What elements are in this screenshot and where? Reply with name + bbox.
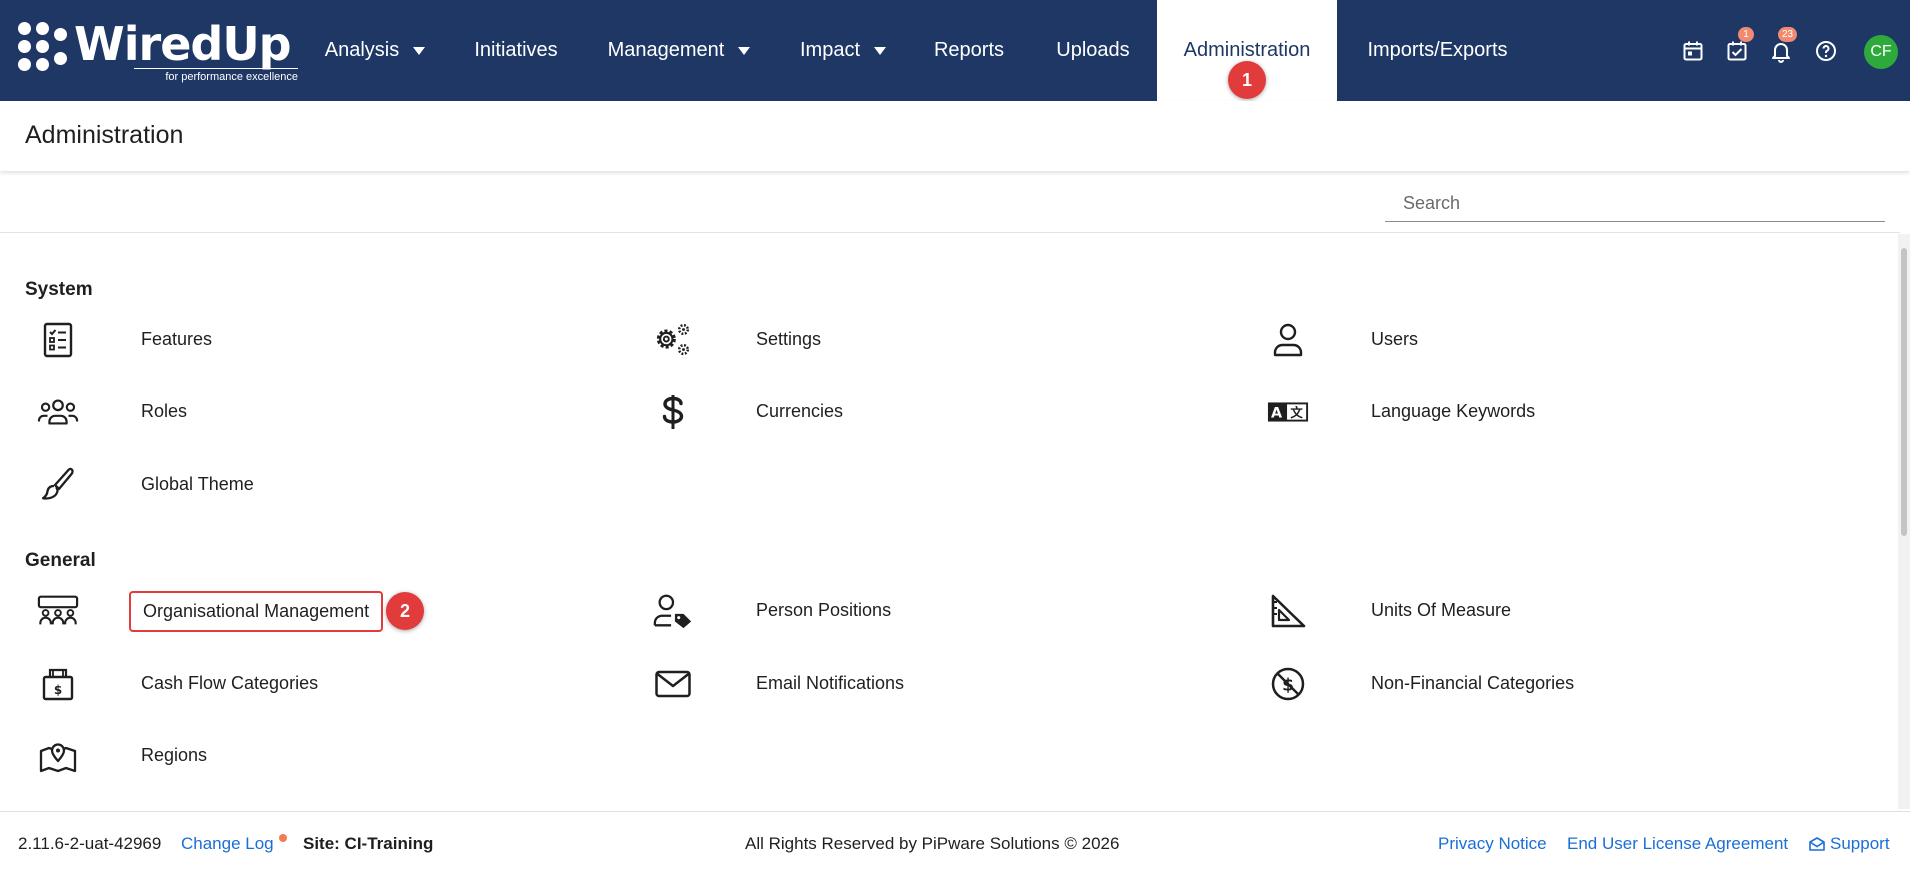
admin-item-features[interactable]: Features [25, 315, 585, 365]
translate-icon: A文 [1267, 392, 1309, 432]
help-icon[interactable] [1811, 36, 1841, 66]
support-link[interactable]: Support [1808, 834, 1890, 854]
nav-reports-label: Reports [933, 39, 1005, 61]
admin-item-label: Currencies [756, 401, 844, 421]
version-text: 2.11.6-2-uat-42969 [18, 834, 162, 853]
checklist-icon [37, 320, 79, 360]
set-square-icon [1267, 591, 1309, 631]
cash-box-icon: $ [37, 664, 79, 704]
scrollbar-thumb[interactable] [1901, 248, 1907, 536]
admin-item-label: Features [141, 329, 213, 349]
nav-impact[interactable]: Impact [784, 0, 902, 101]
nav-uploads[interactable]: Uploads [1040, 0, 1146, 101]
notifications-count-badge: 23 [1778, 27, 1798, 42]
admin-item-roles[interactable]: Roles [25, 387, 585, 437]
logo-tagline: for performance excellence [165, 71, 298, 83]
section-title-system: System [25, 279, 93, 300]
nav-reports[interactable]: Reports [918, 0, 1020, 101]
nav-imports-exports[interactable]: Imports/Exports [1350, 0, 1525, 101]
admin-item-cash-flow-categories[interactable]: $ Cash Flow Categories [25, 659, 585, 709]
admin-item-label: Users [1371, 329, 1419, 349]
nav-analysis-label: Analysis [324, 39, 400, 61]
nav-management-label: Management [607, 39, 725, 61]
logo-text: WiredUp [74, 17, 292, 71]
change-log-indicator-dot [279, 834, 287, 842]
svg-text:A: A [1271, 406, 1282, 422]
page-title: Administration [25, 121, 184, 149]
no-dollar-icon: $ [1267, 664, 1309, 704]
caret-down-icon [738, 46, 751, 55]
group-icon [37, 392, 79, 432]
page-footer: 2.11.6-2-uat-42969 Change Log Site: CI-T… [0, 811, 1910, 873]
user-icon [1267, 320, 1309, 360]
map-pin-icon [37, 736, 79, 776]
admin-item-label: Organisational Management [129, 591, 384, 632]
admin-item-users[interactable]: Users [1255, 315, 1815, 365]
nav-initiatives-label: Initiatives [474, 39, 558, 61]
admin-item-label: Email Notifications [756, 673, 905, 693]
logo-dots-icon [18, 22, 68, 72]
admin-item-units-of-measure[interactable]: Units Of Measure [1255, 586, 1815, 636]
admin-item-organisational-management[interactable]: Organisational Management [25, 586, 585, 636]
admin-item-global-theme[interactable]: Global Theme [25, 460, 585, 510]
logo-underline [134, 68, 298, 69]
admin-item-settings[interactable]: Settings [640, 315, 1200, 365]
nav-administration-label: Administration [1183, 39, 1311, 61]
svg-text:文: 文 [1290, 405, 1303, 420]
copyright-text: All Rights Reserved by PiPware Solutions… [745, 834, 1120, 853]
admin-item-non-financial-categories[interactable]: $ Non-Financial Categories [1255, 659, 1815, 709]
caret-down-icon [874, 46, 887, 55]
page-header: Administration [0, 101, 1910, 171]
svg-text:$: $ [54, 683, 62, 697]
eula-link[interactable]: End User License Agreement [1567, 834, 1788, 854]
section-title-general: General [25, 550, 96, 571]
admin-item-language-keywords[interactable]: A文 Language Keywords [1255, 387, 1815, 437]
search-field[interactable] [1385, 186, 1885, 222]
admin-item-label: Person Positions [756, 600, 892, 620]
admin-item-label: Non-Financial Categories [1371, 673, 1575, 693]
admin-item-email-notifications[interactable]: Email Notifications [640, 659, 1200, 709]
nav-analysis[interactable]: Analysis [310, 0, 440, 101]
org-chart-icon [37, 591, 79, 631]
brush-icon [37, 465, 79, 505]
person-tag-icon [652, 591, 694, 631]
admin-item-label: Units Of Measure [1371, 600, 1512, 620]
admin-item-label: Cash Flow Categories [141, 673, 319, 693]
step-marker-2: 2 [386, 592, 424, 630]
admin-item-label: Regions [141, 745, 208, 765]
admin-item-label: Roles [141, 401, 188, 421]
nav-imports-exports-label: Imports/Exports [1367, 39, 1508, 61]
admin-item-label: Settings [756, 329, 822, 349]
admin-item-label: Global Theme [141, 474, 254, 494]
privacy-notice-link[interactable]: Privacy Notice [1438, 834, 1547, 854]
admin-item-label: Language Keywords [1371, 401, 1536, 421]
site-label: Site: CI-Training [303, 834, 434, 853]
nav-uploads-label: Uploads [1056, 39, 1130, 61]
vertical-scrollbar[interactable] [1898, 234, 1910, 809]
svg-text:$: $ [1282, 676, 1294, 696]
user-avatar[interactable]: CF [1864, 35, 1898, 69]
admin-item-person-positions[interactable]: Person Positions [640, 586, 1200, 636]
change-log-link[interactable]: Change Log [181, 834, 274, 854]
admin-item-regions[interactable]: Regions [25, 731, 585, 781]
support-label: Support [1830, 834, 1890, 853]
nav-management[interactable]: Management [594, 0, 764, 101]
calendar-icon[interactable] [1678, 36, 1708, 66]
wiredup-logo[interactable]: WiredUp for performance excellence [18, 17, 298, 84]
tasks-count-badge: 1 [1738, 27, 1754, 42]
dollar-icon [652, 392, 694, 432]
admin-item-currencies[interactable]: Currencies [640, 387, 1200, 437]
gears-icon [652, 320, 694, 360]
search-input[interactable] [1385, 186, 1885, 221]
support-envelope-icon [1809, 837, 1825, 851]
nav-initiatives[interactable]: Initiatives [452, 0, 580, 101]
header-divider [0, 232, 1900, 233]
step-marker-1: 1 [1228, 61, 1266, 99]
caret-down-icon [413, 46, 426, 55]
nav-impact-label: Impact [799, 39, 861, 61]
envelope-icon [652, 664, 694, 704]
top-navigation-bar: WiredUp for performance excellence Analy… [0, 0, 1910, 101]
